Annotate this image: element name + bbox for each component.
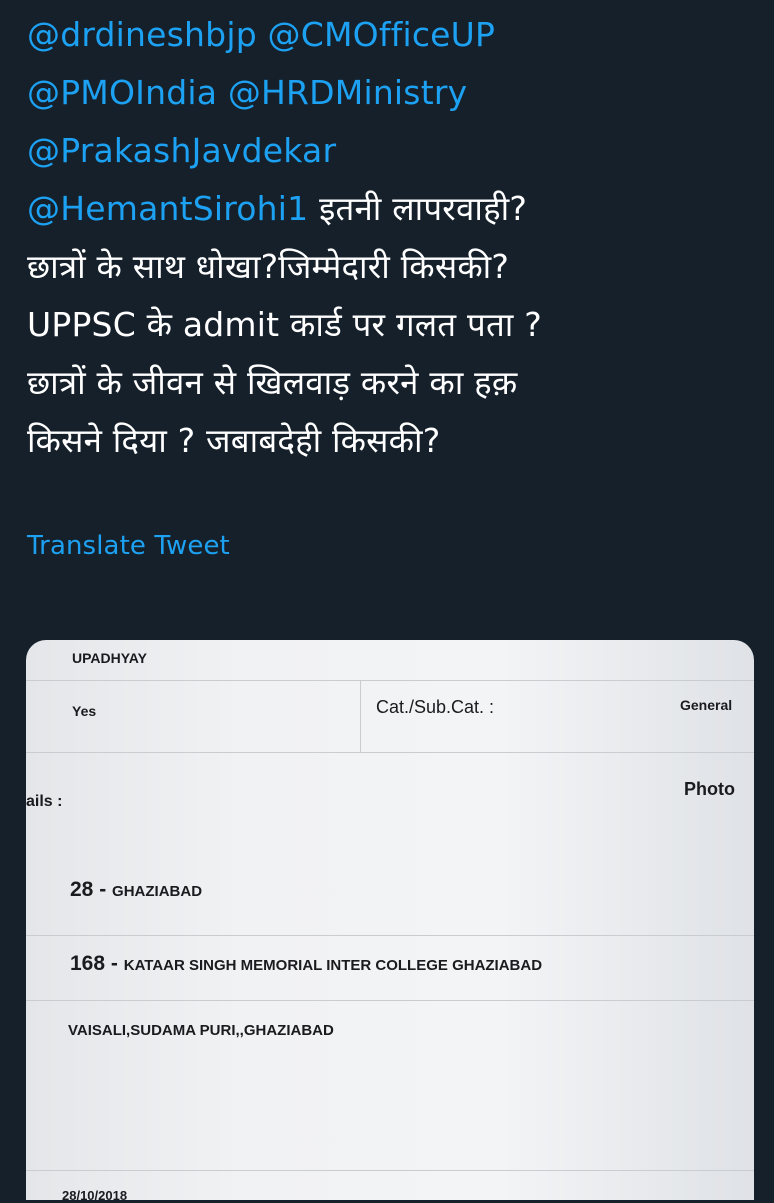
divider [26, 1000, 754, 1001]
divider [360, 680, 361, 752]
divider [26, 1170, 754, 1171]
tweet-line-text: छात्रों के जीवन से खिलवाड़ करने का हक़ [27, 363, 518, 402]
centre-separator: - [110, 952, 118, 975]
tweet-text: @drdineshbjp @CMOfficeUP @PMOIndia @HRDM… [27, 6, 757, 470]
divider [26, 935, 754, 936]
mention-link[interactable]: @PMOIndia @HRDMinistry [27, 73, 467, 112]
translate-tweet-link[interactable]: Translate Tweet [27, 531, 230, 561]
category-value: General [680, 697, 733, 713]
centre-address: VAISALI,SUDAMA PURI,,GHAZIABAD [68, 1022, 334, 1039]
tweet-line: UPPSC के admit कार्ड पर गलत पता ? [27, 296, 757, 354]
tweet-line-text: छात्रों के साथ धोखा?जिम्मेदारी किसकी? [27, 247, 510, 286]
tweet-line: छात्रों के जीवन से खिलवाड़ करने का हक़ [27, 354, 757, 412]
tweet-line: @drdineshbjp @CMOfficeUP [27, 6, 757, 64]
details-label: ails : [26, 793, 63, 810]
tweet-media-image[interactable] [26, 640, 754, 1200]
centre-number: 168 [70, 952, 106, 975]
centre-code: 168 - KATAAR SINGH MEMORIAL INTER COLLEG… [70, 952, 542, 976]
tweet-line: @PMOIndia @HRDMinistry [27, 64, 757, 122]
candidate-name: UPADHYAY [72, 650, 147, 666]
mention-link[interactable]: @HemantSirohi1 [27, 189, 308, 228]
tweet-line: किसने दिया ? जबाबदेही किसकी? [27, 412, 757, 470]
photo-label: Photo [684, 779, 735, 799]
yes-value: Yes [72, 703, 97, 719]
district-separator: - [99, 878, 107, 901]
mention-link[interactable]: @PrakashJavdekar [27, 131, 336, 170]
tweet-line: छात्रों के साथ धोखा?जिम्मेदारी किसकी? [27, 238, 757, 296]
divider [26, 680, 754, 681]
tweet-line: @PrakashJavdekar [27, 122, 757, 180]
district-number: 28 [70, 878, 94, 901]
tweet-line-text: UPPSC के admit कार्ड पर गलत पता ? [27, 305, 542, 344]
centre-name: KATAAR SINGH MEMORIAL INTER COLLEGE GHAZ… [123, 957, 543, 974]
tweet-line: @HemantSirohi1 इतनी लापरवाही? [27, 180, 757, 238]
tweet-line-text: किसने दिया ? जबाबदेही किसकी? [27, 421, 441, 460]
exam-date: 28/10/2018 [62, 1188, 128, 1203]
category-label: Cat./Sub.Cat. : [376, 697, 495, 717]
divider [26, 752, 754, 753]
tweet-line-text: इतनी लापरवाही? [308, 189, 528, 228]
mention-link[interactable]: @drdineshbjp @CMOfficeUP [27, 15, 495, 54]
district-code: 28 - GHAZIABAD [70, 878, 202, 902]
district-name: GHAZIABAD [112, 883, 203, 900]
